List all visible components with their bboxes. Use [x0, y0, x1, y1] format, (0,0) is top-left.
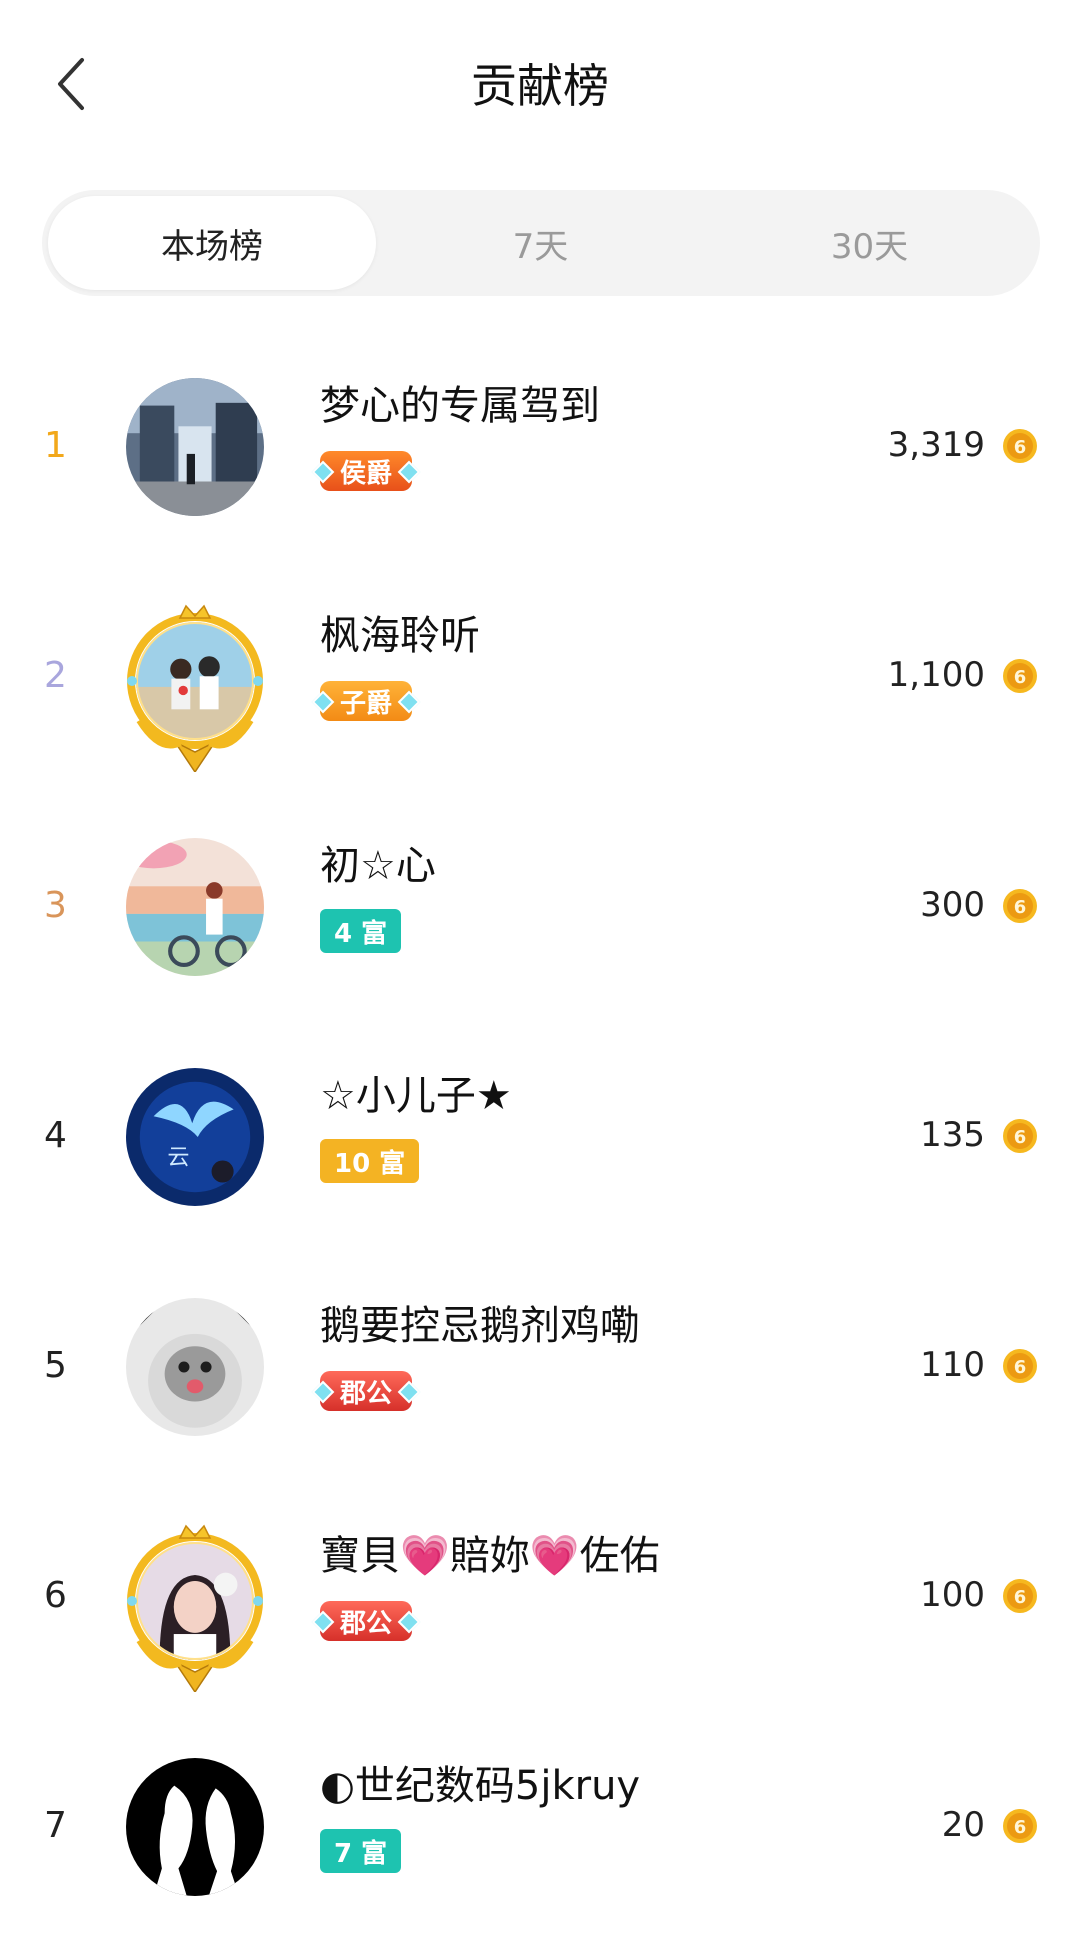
tab-7-days[interactable]: 7天 [376, 196, 705, 290]
contribution-score: 110 [920, 1345, 985, 1385]
list-item[interactable]: 5 鹅要控忌鹅剂鸡嘞 郡公 110 6 [0, 1250, 1080, 1480]
avatar[interactable] [120, 602, 270, 772]
rank-number: 2 [44, 654, 67, 696]
blue-bird-avatar-icon: 云 [126, 1068, 264, 1206]
coin-icon: 6 [1003, 1119, 1037, 1153]
rank-number: 6 [44, 1574, 67, 1616]
list-item[interactable]: 6 寶貝💗賠妳💗佐佑 郡公 100 6 [0, 1480, 1080, 1710]
coin-icon: 6 [1003, 1579, 1037, 1613]
svg-text:6: 6 [1014, 1127, 1027, 1148]
header: 贡献榜 [0, 0, 1080, 175]
user-name: 梦心的专属驾到 [320, 383, 600, 429]
rank-number: 5 [44, 1344, 67, 1386]
tab-30-days[interactable]: 30天 [705, 196, 1034, 290]
user-name: 枫海聆听 [320, 613, 480, 659]
svg-text:6: 6 [1014, 897, 1027, 918]
svg-text:6: 6 [1014, 667, 1027, 688]
avatar[interactable] [120, 1292, 270, 1442]
rank-number: 3 [44, 884, 67, 926]
avatar[interactable] [120, 832, 270, 982]
wealth-level-badge: 7 富 [320, 1829, 402, 1873]
girl-bicycle-avatar-icon [126, 838, 264, 976]
svg-text:6: 6 [1014, 1357, 1027, 1378]
cat-hoodie-avatar-icon [126, 1298, 264, 1436]
ranking-list: 1 梦心的专属驾到 侯爵 3,319 6 2 枫海聆听 子爵 1,100 6 3… [0, 330, 1080, 1940]
contribution-score: 135 [920, 1115, 985, 1155]
contribution-score: 100 [920, 1575, 985, 1615]
user-name: ◐世纪数码5jkruy [320, 1763, 641, 1809]
noble-badge: 郡公 [320, 1600, 413, 1642]
noble-badge: 郡公 [320, 1370, 413, 1412]
list-item[interactable]: 1 梦心的专属驾到 侯爵 3,319 6 [0, 330, 1080, 560]
tab-bar: 本场榜 7天 30天 [42, 190, 1040, 296]
silhouette-couple-avatar-icon [126, 1758, 264, 1896]
contribution-score: 300 [920, 885, 985, 925]
wealth-level-badge: 4 富 [320, 909, 402, 953]
user-name: 寶貝💗賠妳💗佐佑 [320, 1533, 660, 1579]
avatar[interactable] [120, 372, 270, 522]
coin-icon: 6 [1003, 1809, 1037, 1843]
svg-text:6: 6 [1014, 1817, 1027, 1838]
contribution-score: 20 [941, 1805, 985, 1845]
page-title: 贡献榜 [471, 59, 609, 113]
user-name: 鹅要控忌鹅剂鸡嘞 [320, 1303, 640, 1349]
list-item[interactable]: 3 初☆心 4 富 300 6 [0, 790, 1080, 1020]
svg-text:6: 6 [1014, 1587, 1027, 1608]
avatar[interactable]: 云 [120, 1062, 270, 1212]
rank-number: 1 [44, 424, 67, 466]
coin-icon: 6 [1003, 1349, 1037, 1383]
mall-photo-avatar-icon [126, 378, 264, 516]
rank-number: 7 [44, 1804, 67, 1846]
gold-avatar-frame-icon [127, 604, 263, 772]
gold-avatar-frame-icon [127, 1524, 263, 1692]
coin-icon: 6 [1003, 659, 1037, 693]
user-name: 初☆心 [320, 843, 436, 889]
contribution-score: 1,100 [887, 655, 985, 695]
svg-text:云: 云 [167, 1146, 189, 1171]
avatar[interactable] [120, 1522, 270, 1692]
wealth-level-badge: 10 富 [320, 1139, 420, 1183]
list-item[interactable]: 4 云 ☆小儿子★ 10 富 135 6 [0, 1020, 1080, 1250]
contribution-score: 3,319 [887, 425, 985, 465]
list-item[interactable]: 2 枫海聆听 子爵 1,100 6 [0, 560, 1080, 790]
coin-icon: 6 [1003, 889, 1037, 923]
noble-badge: 子爵 [320, 680, 413, 722]
user-name: ☆小儿子★ [320, 1073, 512, 1119]
tab-this-session[interactable]: 本场榜 [48, 196, 376, 290]
svg-text:6: 6 [1014, 437, 1027, 458]
noble-badge: 侯爵 [320, 450, 413, 492]
rank-number: 4 [44, 1114, 67, 1156]
list-item[interactable]: 7 ◐世纪数码5jkruy 7 富 20 6 [0, 1710, 1080, 1940]
avatar[interactable] [120, 1752, 270, 1902]
coin-icon: 6 [1003, 429, 1037, 463]
